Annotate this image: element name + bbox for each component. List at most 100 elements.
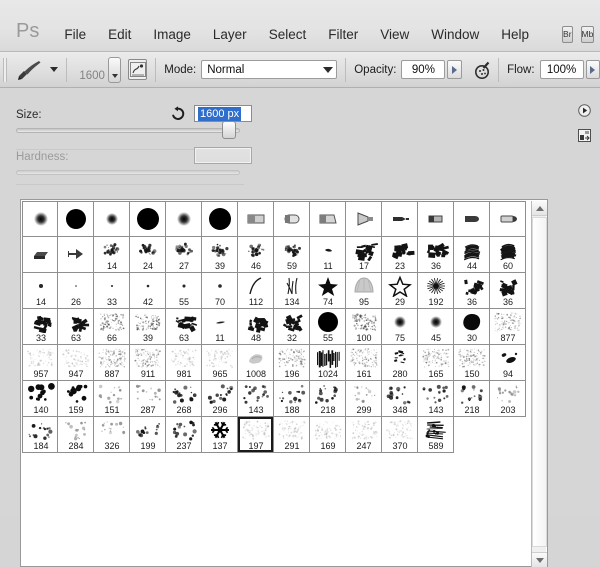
brush-preset-cell[interactable]: 60 xyxy=(490,237,526,273)
brush-preset-cell[interactable]: 24 xyxy=(130,237,166,273)
brush-preset-cell[interactable]: 95 xyxy=(346,273,382,309)
brush-preset-cell[interactable]: 911 xyxy=(130,345,166,381)
brush-preset-cell[interactable]: 59 xyxy=(274,237,310,273)
brush-preset-cell[interactable]: 32 xyxy=(274,309,310,345)
brush-preset-cell[interactable]: 348 xyxy=(382,381,418,417)
brush-preset-cell[interactable]: 30 xyxy=(454,309,490,345)
brush-preset-cell[interactable]: 280 xyxy=(382,345,418,381)
brush-preset-cell[interactable]: 161 xyxy=(346,345,382,381)
brush-preset-cell[interactable]: 63 xyxy=(58,309,94,345)
opacity-slider-button[interactable] xyxy=(447,60,462,79)
brush-preset-cell[interactable]: 151 xyxy=(94,381,130,417)
brush-preset-cell[interactable]: 11 xyxy=(202,309,238,345)
menu-item-view[interactable]: View xyxy=(369,27,420,51)
brush-preset-cell[interactable] xyxy=(202,201,238,237)
brush-preset-cell[interactable]: 947 xyxy=(58,345,94,381)
menu-item-edit[interactable]: Edit xyxy=(97,27,142,51)
brush-preset-cell[interactable]: 33 xyxy=(94,273,130,309)
brush-preset-cell[interactable]: 42 xyxy=(130,273,166,309)
brush-preset-cell[interactable]: 887 xyxy=(94,345,130,381)
brush-preset-cell[interactable]: 26 xyxy=(58,273,94,309)
brush-preset-cell[interactable]: 1024 xyxy=(310,345,346,381)
scroll-down-button[interactable] xyxy=(532,552,547,567)
brush-preset-cell[interactable]: 36 xyxy=(454,273,490,309)
brush-preset-cell[interactable]: 159 xyxy=(58,381,94,417)
brush-preset-cell[interactable]: 46 xyxy=(238,237,274,273)
brush-preset-cell[interactable]: 165 xyxy=(418,345,454,381)
brush-preset-cell[interactable]: 203 xyxy=(490,381,526,417)
panel-menu-button[interactable] xyxy=(578,104,591,117)
brush-preset-cell[interactable]: 75 xyxy=(382,309,418,345)
airbrush-toggle-button[interactable] xyxy=(469,58,490,82)
menu-item-image[interactable]: Image xyxy=(142,27,202,51)
brush-preset-cell[interactable]: 957 xyxy=(22,345,58,381)
brush-preset-cell[interactable]: 70 xyxy=(202,273,238,309)
brush-preset-cell[interactable]: 197 xyxy=(238,417,274,453)
brush-preset-cell[interactable]: 370 xyxy=(382,417,418,453)
brush-preset-cell[interactable] xyxy=(22,201,58,237)
tool-preset-picker[interactable] xyxy=(7,59,59,81)
brush-preset-cell[interactable]: 39 xyxy=(202,237,238,273)
flow-input[interactable]: 100% xyxy=(539,60,584,79)
brush-preset-cell[interactable]: 981 xyxy=(166,345,202,381)
brush-preset-cell[interactable]: 27 xyxy=(166,237,202,273)
brush-preset-cell[interactable] xyxy=(58,201,94,237)
brush-preset-cell[interactable]: 94 xyxy=(490,345,526,381)
tablet-pressure-size-button[interactable] xyxy=(128,59,148,80)
size-value-input[interactable]: 1600 px xyxy=(194,105,252,122)
scrollbar-thumb[interactable] xyxy=(532,217,547,547)
brush-preset-cell[interactable]: 55 xyxy=(166,273,202,309)
brush-preset-cell[interactable]: 134 xyxy=(274,273,310,309)
brush-preset-cell[interactable]: 36 xyxy=(418,237,454,273)
brush-preset-cell[interactable]: 196 xyxy=(274,345,310,381)
brush-preset-cell[interactable]: 150 xyxy=(454,345,490,381)
brush-preset-cell[interactable]: 140 xyxy=(22,381,58,417)
brush-preset-cell[interactable] xyxy=(130,201,166,237)
brush-preset-cell[interactable] xyxy=(22,237,58,273)
flow-slider-button[interactable] xyxy=(585,60,600,79)
menu-item-filter[interactable]: Filter xyxy=(317,27,369,51)
brush-preset-cell[interactable]: 66 xyxy=(94,309,130,345)
mini-bridge-button[interactable]: Mb xyxy=(580,26,595,43)
opacity-input[interactable]: 90% xyxy=(401,60,446,79)
brush-preset-dropdown-button[interactable] xyxy=(107,56,122,83)
preset-manager-button[interactable] xyxy=(578,129,591,142)
brush-preset-cell[interactable]: 63 xyxy=(166,309,202,345)
menu-item-file[interactable]: File xyxy=(53,27,97,51)
brush-preset-cell[interactable]: 29 xyxy=(382,273,418,309)
brush-preset-cell[interactable]: 14 xyxy=(22,273,58,309)
brush-preset-cell[interactable]: 44 xyxy=(454,237,490,273)
brush-preset-cell[interactable]: 237 xyxy=(166,417,202,453)
brush-grid-scrollbar[interactable] xyxy=(531,201,547,567)
menu-item-select[interactable]: Select xyxy=(258,27,318,51)
brush-preset-cell[interactable] xyxy=(490,201,526,237)
brush-preset-cell[interactable] xyxy=(310,201,346,237)
brush-preset-cell[interactable]: 192 xyxy=(418,273,454,309)
brush-preset-cell[interactable]: 284 xyxy=(58,417,94,453)
brush-preset-cell[interactable]: 965 xyxy=(202,345,238,381)
brush-preset-cell[interactable]: 169 xyxy=(310,417,346,453)
brush-preset-cell[interactable]: 45 xyxy=(418,309,454,345)
brush-preset-cell[interactable]: 268 xyxy=(166,381,202,417)
brush-preset-cell[interactable]: 55 xyxy=(310,309,346,345)
menu-item-help[interactable]: Help xyxy=(490,27,540,51)
reset-icon[interactable] xyxy=(170,106,186,122)
brush-preset-cell[interactable]: 23 xyxy=(382,237,418,273)
brush-preset-cell[interactable]: 11 xyxy=(310,237,346,273)
brush-preset-cell[interactable]: 184 xyxy=(22,417,58,453)
brush-preset-cell[interactable]: 877 xyxy=(490,309,526,345)
brush-preset-cell[interactable]: 74 xyxy=(310,273,346,309)
brush-preset-cell[interactable]: 137 xyxy=(202,417,238,453)
brush-preset-cell[interactable]: 188 xyxy=(274,381,310,417)
size-slider-knob[interactable] xyxy=(222,121,236,139)
scroll-up-button[interactable] xyxy=(532,201,547,216)
brush-preset-cell[interactable] xyxy=(418,201,454,237)
brush-preset-cell[interactable] xyxy=(238,201,274,237)
blend-mode-select[interactable]: Normal xyxy=(201,60,338,79)
brush-preset-cell[interactable] xyxy=(94,201,130,237)
brush-preset-cell[interactable]: 247 xyxy=(346,417,382,453)
brush-preset-cell[interactable]: 33 xyxy=(22,309,58,345)
brush-preset-cell[interactable]: 143 xyxy=(418,381,454,417)
brush-preset-cell[interactable]: 326 xyxy=(94,417,130,453)
brush-preset-cell[interactable] xyxy=(346,201,382,237)
